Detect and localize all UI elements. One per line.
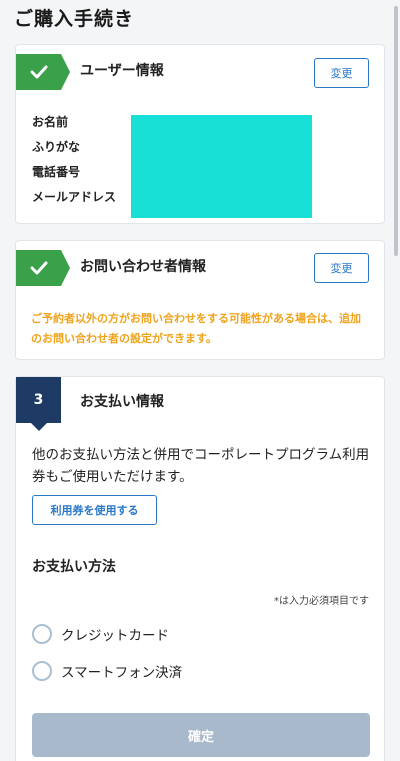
radio-credit-card[interactable]: クレジットカード <box>32 624 169 644</box>
use-coupon-button[interactable]: 利用券を使用する <box>32 495 157 525</box>
contact-info-title: お問い合わせ者情報 <box>80 259 206 275</box>
payment-description: 他のお支払い方法と併用でコーポレートプログラム利用券もご使用いただけます。 <box>32 447 370 485</box>
email-label: メールアドレス <box>32 190 117 204</box>
radio-smartphone-payment[interactable]: スマートフォン決済 <box>32 661 182 681</box>
user-info-change-button[interactable]: 変更 <box>314 58 369 88</box>
page-title: ご購入手続き <box>14 8 135 30</box>
payment-method-title: お支払い方法 <box>32 559 116 575</box>
radio-circle-icon[interactable] <box>32 661 52 681</box>
contact-notice: ご予約者以外の方がお問い合わせをする可能性がある場合は、追加のお問い合わせ者の設… <box>31 312 361 345</box>
payment-info-title: お支払い情報 <box>80 394 164 410</box>
payment-info-card: 3 お支払い情報 他のお支払い方法と併用でコーポレートプログラム利用券もご使用い… <box>15 376 385 761</box>
user-info-labels: お名前 ふりがな 電話番号 メールアドレス <box>32 113 116 213</box>
radio-smartphone-payment-label: スマートフォン決済 <box>61 665 183 681</box>
check-icon <box>16 54 70 90</box>
step-number-badge: 3 <box>16 377 61 431</box>
required-note: *は入力必須項目です <box>274 596 369 607</box>
check-icon <box>16 250 70 286</box>
phone-label: 電話番号 <box>32 165 81 179</box>
user-info-card: ユーザー情報 変更 お名前 ふりがな 電話番号 メールアドレス <box>15 44 385 224</box>
user-info-title: ユーザー情報 <box>80 63 164 79</box>
radio-circle-icon[interactable] <box>32 624 52 644</box>
confirm-button[interactable]: 確定 <box>32 713 370 757</box>
contact-info-change-button[interactable]: 変更 <box>314 253 369 283</box>
radio-credit-card-label: クレジットカード <box>61 628 169 644</box>
furigana-label: ふりがな <box>32 140 81 154</box>
scrollbar[interactable] <box>394 6 398 256</box>
contact-info-card: お問い合わせ者情報 変更 ご予約者以外の方がお問い合わせをする可能性がある場合は… <box>15 240 385 360</box>
redacted-user-values <box>131 115 312 218</box>
name-label: お名前 <box>32 115 69 129</box>
